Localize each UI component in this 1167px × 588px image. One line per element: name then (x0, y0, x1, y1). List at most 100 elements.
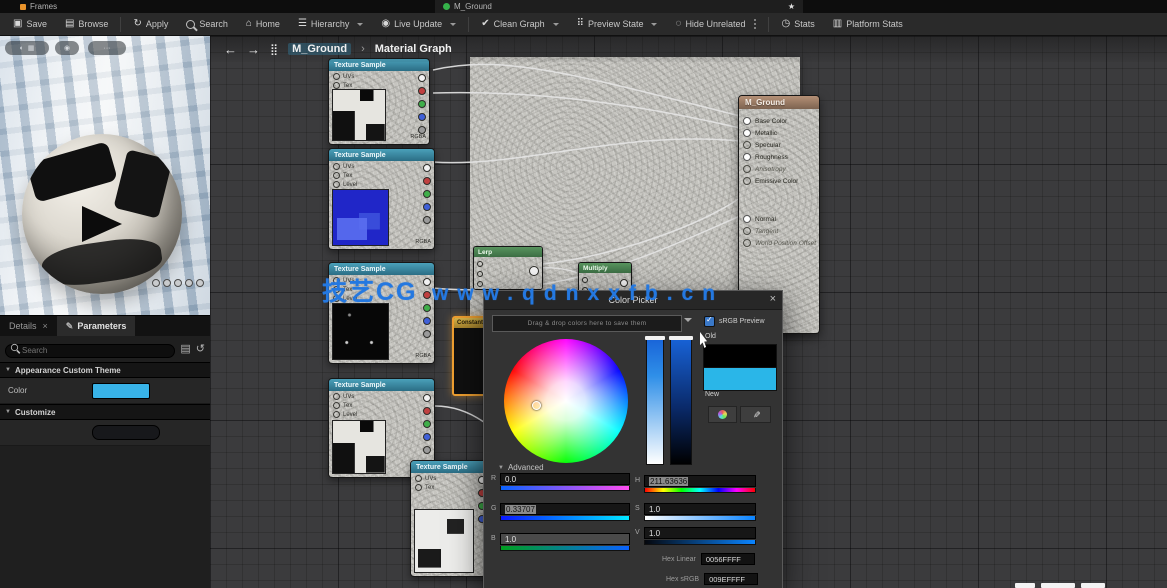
pin-anisotropy[interactable]: Anisotropy (739, 163, 819, 175)
input-pins[interactable] (477, 261, 483, 287)
forward-button[interactable]: → (247, 42, 260, 57)
preview-state-button[interactable]: ⠿ Preview State (568, 13, 667, 35)
parameter-group-header[interactable]: ▼ Appearance Custom Theme (0, 362, 210, 378)
pin-roughness[interactable]: Roughness (739, 151, 819, 163)
pin-tab-icon[interactable]: ★ (788, 2, 795, 11)
green-slider[interactable]: G 0.33707 (500, 503, 630, 521)
srgb-preview-checkbox[interactable]: sRGB Preview (704, 316, 765, 327)
viewport-view-pill[interactable]: ◉ (55, 41, 79, 55)
breadcrumb-asset[interactable]: M_Ground (288, 43, 351, 55)
tab-details[interactable]: Details × (0, 316, 57, 336)
search-button[interactable]: Search (177, 13, 237, 35)
lerp-node[interactable]: Lerp (473, 246, 543, 290)
parameters-panel: Details × ✎ Parameters ▤ ↺ ▼ Appearance … (0, 315, 210, 588)
texture-sample-node-3[interactable]: Texture Sample UVs Tex Level RGBA (328, 262, 435, 364)
material-preview-viewport[interactable]: ◐ ▦ ◉ ··· (0, 36, 210, 315)
pin-row[interactable]: Tex (329, 80, 429, 89)
pin-row[interactable]: Tex (329, 284, 434, 293)
pin-row[interactable]: UVs (329, 275, 434, 284)
slider-handle[interactable] (645, 336, 665, 340)
checkbox-checked-icon (704, 316, 715, 327)
texture-sample-node-2[interactable]: Texture Sample UVs Tex Level RGBA (328, 148, 435, 250)
eyedropper-button[interactable]: ✎ (740, 406, 771, 423)
color-picker-titlebar[interactable]: Color Picker × (484, 291, 782, 310)
output-pins[interactable] (423, 164, 431, 224)
back-button[interactable]: ← (224, 42, 237, 57)
pin-row[interactable]: UVs (329, 71, 429, 80)
texture-sample-node-1[interactable]: Texture Sample UVs Tex RGBA (328, 58, 430, 145)
tab-material[interactable]: M_Ground ★ (435, 0, 803, 13)
clean-graph-button[interactable]: ✔ Clean Graph (472, 13, 567, 35)
theme-dropdown-icon[interactable] (684, 318, 692, 326)
hide-unrelated-button[interactable]: ◌ Hide Unrelated (666, 13, 765, 35)
output-pins[interactable] (620, 279, 628, 287)
pin-normal[interactable]: Normal (739, 213, 819, 225)
red-value-field[interactable]: 0.0 (500, 473, 630, 485)
blue-slider[interactable]: B 1.0 (500, 533, 630, 551)
blue-value-field[interactable]: 1.0 (500, 533, 630, 545)
stats-button[interactable]: ◷ Stats (772, 13, 823, 35)
saturation-value-slider[interactable]: S 1.0 (644, 503, 756, 521)
viewport-options-pill[interactable]: ◐ ▦ (5, 41, 49, 55)
live-update-button[interactable]: ◉ Live Update (372, 13, 465, 35)
output-pins[interactable] (418, 74, 426, 134)
filter-icon[interactable]: ▤ (180, 344, 190, 355)
color-wheel-selector[interactable] (532, 401, 541, 410)
pin-row[interactable]: Level (329, 293, 434, 302)
output-pins[interactable] (423, 278, 431, 338)
pin-specular[interactable]: Specular (739, 139, 819, 151)
pin-row[interactable]: Tex (329, 400, 434, 409)
hex-linear-field[interactable]: 0056FFFF (701, 553, 755, 565)
color-themes-button[interactable] (708, 406, 737, 423)
old-color-swatch[interactable] (703, 344, 777, 368)
breadcrumb-page[interactable]: Material Graph (375, 43, 452, 55)
value-value-slider[interactable]: V 1.0 (644, 527, 756, 545)
pin-row[interactable]: Level (329, 179, 434, 188)
platform-stats-button[interactable]: ▥ Platform Stats (824, 13, 912, 35)
pin-row[interactable]: UVs (329, 161, 434, 170)
apply-button[interactable]: ↻ Apply (124, 13, 177, 35)
color-wheel[interactable] (504, 339, 628, 463)
close-icon[interactable]: × (770, 293, 776, 305)
pin-world-position-offset[interactable]: World Position Offset (739, 237, 819, 249)
reset-to-default-icon[interactable]: ↺ (196, 344, 205, 355)
hierarchy-button[interactable]: ☰ Hierarchy (289, 13, 372, 35)
close-icon[interactable]: × (43, 321, 48, 331)
output-pins[interactable] (423, 394, 431, 454)
color-parameter-swatch[interactable] (92, 383, 150, 399)
slider-handle[interactable] (669, 336, 693, 340)
pin-metallic[interactable]: Metallic (739, 127, 819, 139)
pin-tangent[interactable]: Tangent (739, 225, 819, 237)
parameter-group-header[interactable]: ▼ Customize (0, 404, 210, 420)
hex-srgb-field[interactable]: 009EFFFF (704, 573, 758, 585)
apps-grid-icon[interactable]: ⣿ (270, 43, 278, 56)
viewport-orbit-controls[interactable] (152, 279, 204, 287)
red-slider[interactable]: R 0.0 (500, 473, 630, 491)
hue-slider[interactable]: H 211.63636 (644, 475, 756, 493)
texture-sample-node-5[interactable]: Texture Sample UVs Tex (410, 460, 490, 577)
tab-frames[interactable]: Frames (12, 0, 65, 13)
preview-sphere[interactable] (22, 134, 182, 294)
saturation-slider[interactable] (646, 337, 664, 465)
viewport-mode-pill[interactable]: ··· (88, 41, 126, 55)
new-color-swatch[interactable] (703, 367, 777, 391)
hue-value-field[interactable]: 211.63636 (644, 475, 756, 487)
home-button[interactable]: ⌂ Home (237, 13, 289, 35)
dark-parameter-swatch[interactable] (92, 425, 160, 440)
output-pins[interactable] (529, 266, 539, 276)
advanced-expander[interactable]: ▼ Advanced (498, 463, 544, 472)
pin-row[interactable]: Tex (329, 170, 434, 179)
pin-base-color[interactable]: Base Color (739, 115, 819, 127)
pin-row[interactable]: Level (329, 409, 434, 418)
parameter-search-input[interactable] (5, 344, 175, 358)
save-button[interactable]: ▣ Save (4, 13, 56, 35)
tab-parameters[interactable]: ✎ Parameters (57, 316, 136, 336)
pin-row[interactable]: UVs (329, 391, 434, 400)
value-value-field[interactable]: 1.0 (644, 527, 756, 539)
color-theme-bar[interactable]: Drag & drop colors here to save them (492, 315, 682, 332)
green-value-field[interactable]: 0.33707 (500, 503, 630, 515)
value-slider[interactable] (670, 337, 692, 465)
browse-button[interactable]: ▤ Browse (56, 13, 117, 35)
saturation-value-field[interactable]: 1.0 (644, 503, 756, 515)
pin-emissive-color[interactable]: Emissive Color (739, 175, 819, 187)
